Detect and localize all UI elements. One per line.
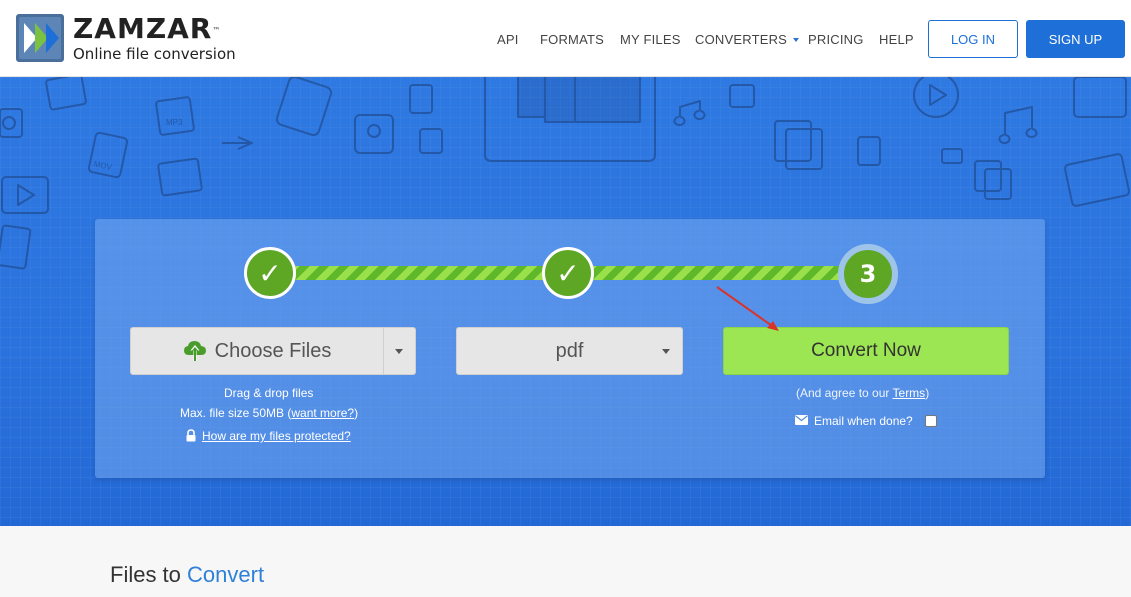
email-when-done-checkbox[interactable] (925, 415, 937, 427)
chevron-down-icon (662, 349, 670, 354)
step-1-complete: ✓ (244, 247, 296, 299)
logo-arrows-icon (15, 13, 65, 63)
envelope-icon (795, 415, 808, 425)
checkmark-icon: ✓ (258, 256, 282, 290)
max-size-text: Max. file size 50MB (want more?) (180, 406, 359, 420)
converter-panel: ✓ ✓ 3 Choose Files Drag & drop files Max… (95, 219, 1045, 478)
nav-converters[interactable]: CONVERTERS (695, 32, 800, 47)
choose-files-button[interactable]: Choose Files (130, 327, 416, 375)
step-2-complete: ✓ (542, 247, 594, 299)
choose-files-divider (383, 328, 384, 374)
step-3-current: 3 (838, 244, 898, 304)
annotation-arrow-icon (716, 286, 779, 331)
terms-link[interactable]: Terms (893, 386, 926, 400)
lock-icon (186, 429, 196, 442)
want-more-link[interactable]: want more? (291, 406, 354, 420)
nav-help[interactable]: HELP (879, 32, 914, 47)
caret-down-icon (793, 38, 800, 42)
files-to-convert-section: Files to Convert (0, 526, 1131, 597)
format-select[interactable]: pdf (456, 327, 683, 375)
logo-tagline: Online file conversion (73, 45, 236, 63)
email-when-done-label: Email when done? (814, 414, 913, 428)
signup-button[interactable]: SIGN UP (1026, 20, 1125, 58)
files-protected-link[interactable]: How are my files protected? (202, 429, 351, 443)
choose-files-dropdown-icon[interactable] (395, 349, 403, 354)
nav-converters-label: CONVERTERS (695, 32, 788, 47)
svg-text:MOV: MOV (93, 159, 113, 172)
nav-formats[interactable]: FORMATS (540, 32, 604, 47)
checkmark-icon: ✓ (556, 256, 580, 290)
login-button[interactable]: LOG IN (928, 20, 1018, 58)
agree-terms-text: (And agree to our Terms) (796, 386, 930, 400)
site-header: ZAMZAR™ Online file conversion API FORMA… (0, 0, 1131, 77)
hero-section: MOV MP3 ✓ ✓ 3 Choose Files Drag & drop f… (0, 77, 1131, 526)
files-to-convert-title: Files to Convert (110, 562, 265, 587)
choose-files-label: Choose Files (214, 339, 332, 362)
choose-files-main[interactable]: Choose Files (131, 328, 383, 374)
nav-my-files[interactable]: MY FILES (620, 32, 681, 47)
drag-drop-text: Drag & drop files (224, 386, 314, 400)
cloud-upload-icon (183, 341, 206, 361)
step-number: 3 (859, 260, 877, 288)
format-value: pdf (555, 339, 584, 362)
nav-pricing[interactable]: PRICING (808, 32, 864, 47)
zamzar-logo[interactable]: ZAMZAR™ Online file conversion (15, 13, 236, 63)
email-when-done-row: Email when done? (795, 414, 913, 428)
protected-row: How are my files protected? (185, 429, 351, 443)
svg-text:MP3: MP3 (166, 118, 183, 127)
nav-api[interactable]: API (497, 32, 519, 47)
logo-name: ZAMZAR™ (73, 12, 221, 45)
